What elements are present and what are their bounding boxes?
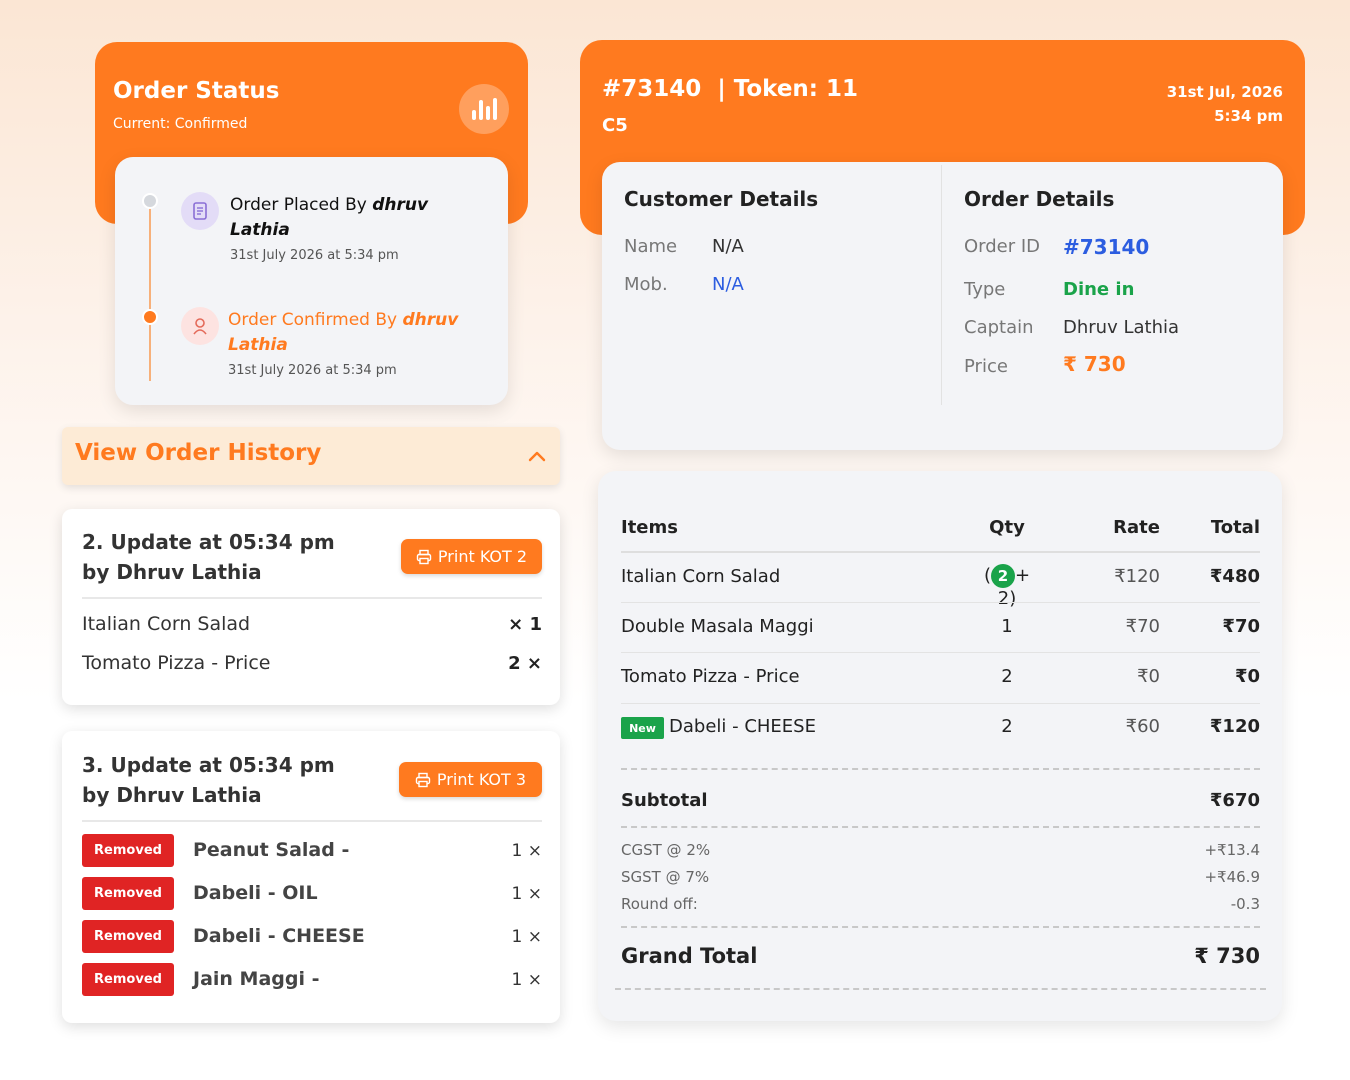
print-kot-2-button[interactable]: Print KOT 2 — [401, 539, 542, 574]
order-id-label: Order ID — [964, 236, 1041, 257]
view-order-history-label: View Order History — [75, 440, 322, 466]
bill-item-rate: ₹70 — [1125, 616, 1160, 637]
removed-badge: Removed — [82, 834, 174, 867]
timeline-confirmed-date: 31st July 2026 at 5:34 pm — [228, 363, 397, 378]
chevron-up-icon[interactable] — [526, 446, 548, 466]
sgst-value: +₹46.9 — [1204, 868, 1260, 886]
bill-row-line — [621, 703, 1260, 704]
bar-chart-icon[interactable] — [459, 84, 509, 134]
customer-mob-label: Mob. — [624, 274, 668, 295]
dashed-divider — [621, 826, 1260, 828]
bill-item-qty: 2 — [1001, 716, 1013, 737]
timeline-placed-date: 31st July 2026 at 5:34 pm — [230, 248, 399, 263]
rate-header: Rate — [1113, 517, 1160, 538]
cgst-value: +₹13.4 — [1204, 841, 1260, 859]
update-2-item: Italian Corn Salad — [82, 613, 251, 635]
removed-item-qty: 1 × — [511, 841, 542, 861]
bill-item-name: Double Masala Maggi — [621, 616, 814, 637]
update-3-title: 3. Update at 05:34 pm by Dhruv Lathia — [82, 753, 335, 807]
bill-row-line — [621, 652, 1260, 653]
removed-badge: Removed — [82, 920, 174, 953]
update-2-item-qty: 2 × — [508, 653, 542, 674]
printer-icon — [415, 772, 431, 787]
dashed-divider — [615, 988, 1266, 990]
price-label: Price — [964, 356, 1008, 377]
round-off-value: -0.3 — [1230, 895, 1260, 913]
order-id-token: #73140 | Token: 11 — [602, 76, 859, 102]
dashed-divider — [621, 926, 1260, 928]
order-type-label: Type — [964, 279, 1006, 300]
order-table: C5 — [602, 115, 628, 136]
removed-badge: Removed — [82, 877, 174, 910]
bill-item-qty: 2 — [1001, 666, 1013, 687]
bill-item-rate: ₹0 — [1137, 666, 1160, 687]
grand-total-value: ₹ 730 — [1194, 944, 1260, 968]
customer-details-title: Customer Details — [624, 187, 819, 211]
bill-header-line — [621, 551, 1260, 553]
removed-item-qty: 1 × — [511, 884, 542, 904]
bill-row-line — [621, 602, 1260, 603]
bill-item-total: ₹480 — [1209, 566, 1260, 587]
order-time: 5:34 pm — [1214, 107, 1283, 125]
dashed-divider — [621, 768, 1260, 770]
bill-item-name: Dabeli - CHEESE — [669, 716, 816, 737]
order-date: 31st Jul, 2026 — [1166, 83, 1283, 101]
removed-badge: Removed — [82, 963, 174, 996]
items-header: Items — [621, 517, 678, 538]
removed-item-qty: 1 × — [511, 927, 542, 947]
customer-name-label: Name — [624, 236, 678, 257]
update-3-separator — [82, 820, 542, 822]
timeline-confirmed-text: Order Confirmed By dhruv Lathia — [228, 310, 459, 355]
timeline-dot-placed — [142, 193, 158, 209]
update-2-title: 2. Update at 05:34 pm by Dhruv Lathia — [82, 530, 335, 584]
removed-item: Peanut Salad - — [193, 839, 350, 861]
removed-item: Dabeli - OIL — [193, 882, 318, 904]
update-2-item: Tomato Pizza - Price — [82, 652, 271, 674]
timeline-dot-confirmed — [142, 309, 158, 325]
grand-total-label: Grand Total — [621, 944, 758, 968]
update-2-item-qty: × 1 — [508, 614, 542, 635]
price-value: ₹ 730 — [1063, 352, 1126, 376]
round-off-label: Round off: — [621, 895, 698, 913]
order-status-title: Order Status — [113, 78, 280, 104]
removed-item-qty: 1 × — [511, 970, 542, 990]
removed-item: Dabeli - CHEESE — [193, 925, 365, 947]
timeline-line — [149, 203, 151, 381]
bill-item-rate: ₹120 — [1114, 566, 1160, 587]
bill-card — [598, 471, 1282, 1021]
qty-added-badge: 2 — [990, 564, 1015, 588]
bill-item-total: ₹70 — [1222, 616, 1260, 637]
captain-value: Dhruv Lathia — [1063, 317, 1180, 338]
timeline-placed-text: Order Placed By dhruv Lathia — [230, 195, 429, 240]
order-details-title: Order Details — [964, 187, 1115, 211]
printer-icon — [416, 549, 432, 564]
chef-icon — [181, 307, 219, 345]
customer-name-value: N/A — [712, 236, 744, 257]
bill-item-total: ₹120 — [1209, 716, 1260, 737]
customer-mob-value[interactable]: N/A — [712, 274, 744, 295]
total-header: Total — [1210, 517, 1260, 538]
order-status-current: Current: Confirmed — [113, 116, 248, 132]
bill-item-qty: 1 — [1001, 616, 1013, 637]
print-kot-3-button[interactable]: Print KOT 3 — [399, 762, 542, 797]
bill-item-name: Tomato Pizza - Price — [621, 666, 800, 687]
receipt-icon — [181, 192, 219, 230]
removed-item: Jain Maggi - — [193, 968, 320, 990]
sgst-label: SGST @ 7% — [621, 868, 710, 886]
update-2-separator — [82, 597, 542, 599]
order-id-value: #73140 — [1063, 235, 1150, 259]
subtotal-value: ₹670 — [1209, 790, 1260, 811]
bill-item-name: Italian Corn Salad — [621, 566, 781, 587]
bill-item-total: ₹0 — [1234, 666, 1260, 687]
details-divider — [941, 165, 942, 405]
cgst-label: CGST @ 2% — [621, 841, 711, 859]
new-badge: New — [621, 717, 664, 739]
order-type-value: Dine in — [1063, 279, 1135, 300]
qty-header: Qty — [989, 517, 1025, 538]
bill-item-rate: ₹60 — [1125, 716, 1160, 737]
captain-label: Captain — [964, 317, 1034, 338]
subtotal-label: Subtotal — [621, 790, 708, 811]
